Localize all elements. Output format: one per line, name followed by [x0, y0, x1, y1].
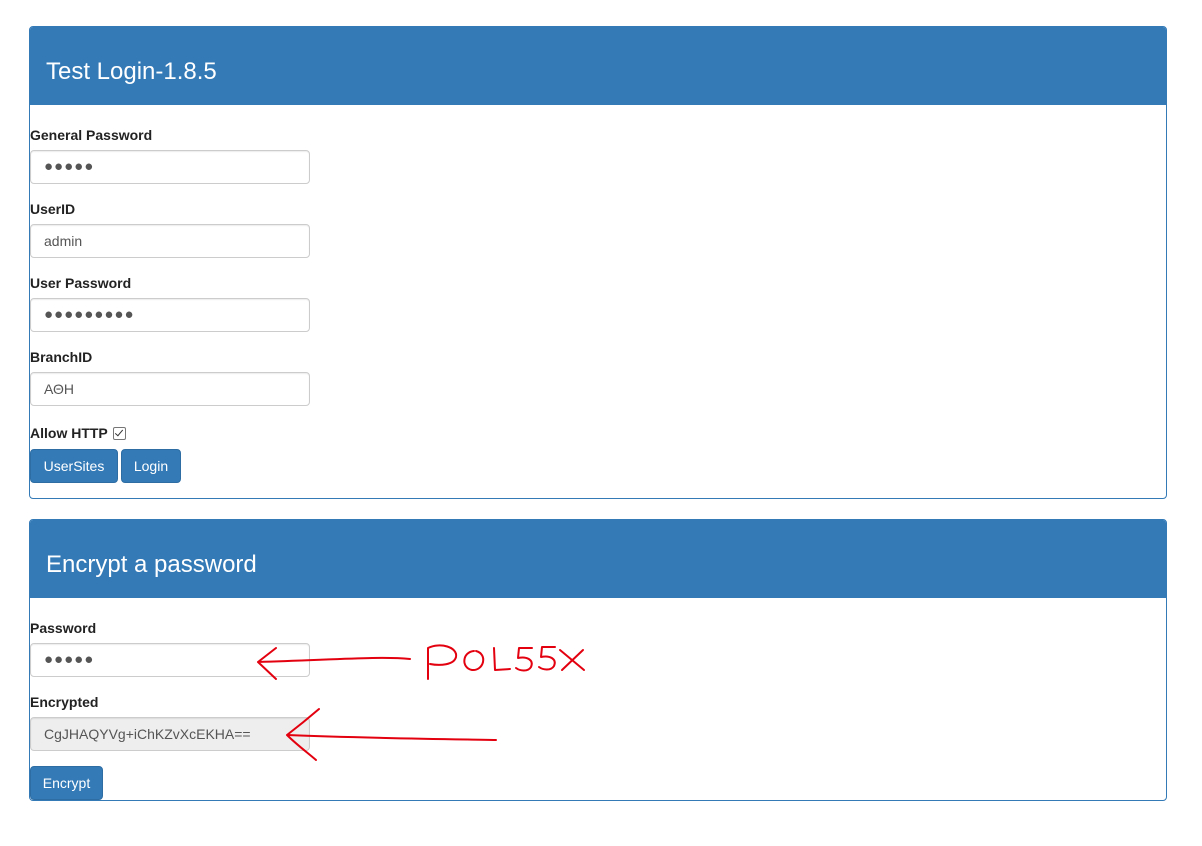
password-label: Password	[30, 620, 97, 636]
user-password-field[interactable]: ●●●●●●●●●	[30, 298, 310, 332]
encrypted-field[interactable]: CgJHAQYVg+iChKZvXcEKHA==	[30, 717, 310, 751]
test-login-panel: Test Login-1.8.5 General Password ●●●●● …	[29, 26, 1167, 499]
userid-label: UserID	[30, 201, 76, 217]
password-field[interactable]: ●●●●●	[30, 643, 310, 677]
general-password-field[interactable]: ●●●●●	[30, 150, 310, 184]
general-password-label: General Password	[30, 127, 153, 143]
encrypted-label: Encrypted	[30, 694, 99, 710]
usersites-button[interactable]: UserSites	[30, 449, 118, 483]
branchid-label: BranchID	[30, 349, 93, 365]
allow-http-label: Allow HTTP	[30, 425, 108, 441]
userid-field[interactable]: admin	[30, 224, 310, 258]
user-password-label: User Password	[30, 275, 132, 291]
encrypt-panel: Encrypt a password Password ●●●●● Encryp…	[29, 519, 1167, 801]
encrypt-title: Encrypt a password	[30, 520, 1166, 598]
encrypt-button[interactable]: Encrypt	[30, 766, 103, 800]
allow-http-checkbox[interactable]	[112, 426, 126, 440]
allow-http-row: Allow HTTP	[30, 425, 126, 441]
test-login-title: Test Login-1.8.5	[30, 27, 1166, 105]
login-button[interactable]: Login	[121, 449, 181, 483]
branchid-field[interactable]: ΑΘΗ	[30, 372, 310, 406]
